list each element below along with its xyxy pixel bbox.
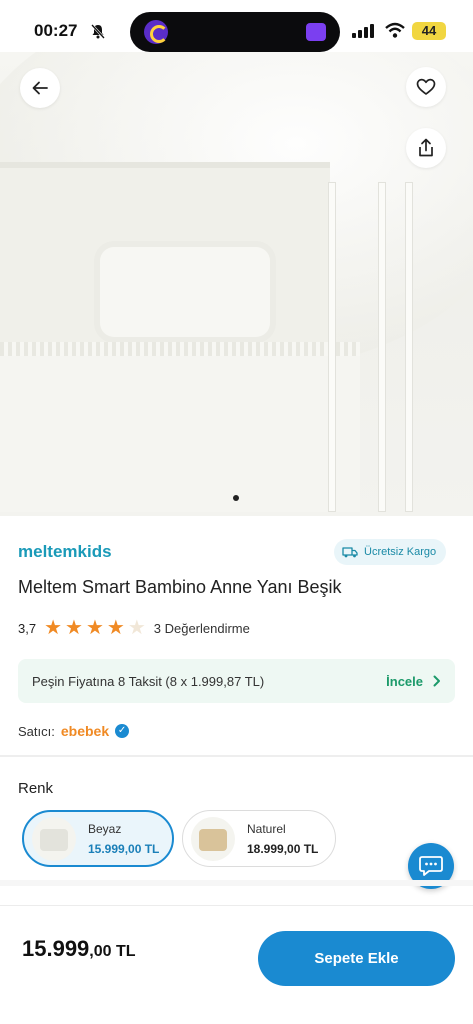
rating-row[interactable]: 3,7 ★ ★ ★ ★ ★ 3 Değerlendirme: [18, 618, 250, 638]
app-icon: [144, 20, 168, 44]
star-icon: ★: [44, 617, 63, 639]
seller-label: Satıcı:: [18, 723, 55, 739]
favorite-button[interactable]: [406, 67, 446, 107]
variant-thumbnail: [191, 816, 235, 861]
price-decimal: ,00 TL: [89, 943, 136, 960]
star-icon: ★: [127, 617, 146, 639]
rating-stars: ★ ★ ★ ★ ★: [44, 618, 146, 638]
bell-off-icon: [91, 24, 105, 39]
chevron-right-icon: [433, 675, 440, 687]
crib-rail: [328, 182, 336, 512]
rating-value: 3,7: [18, 620, 37, 636]
dynamic-island: [130, 12, 340, 52]
variant-thumbnail: [32, 816, 76, 861]
installment-details-link[interactable]: İncele: [386, 674, 441, 689]
installment-text: Peşin Fiyatına 8 Taksit (8 x 1.999,87 TL…: [32, 673, 265, 689]
ruffle-graphic: [0, 342, 360, 356]
star-icon: ★: [85, 617, 104, 639]
section-divider: [0, 880, 473, 886]
battery-indicator: 44: [412, 22, 446, 40]
back-button[interactable]: [20, 68, 60, 108]
variant-name: Naturel: [247, 821, 286, 836]
share-button[interactable]: [406, 128, 446, 168]
pillow-graphic: [100, 247, 270, 337]
truck-icon: [342, 547, 358, 558]
back-arrow-icon: [32, 81, 48, 95]
heart-icon: [416, 78, 436, 95]
wifi-icon: [385, 22, 405, 38]
section-divider: [0, 755, 473, 757]
crib-front-graphic: [0, 342, 360, 512]
variant-option-beyaz[interactable]: Beyaz 15.999,00 TL: [22, 810, 174, 867]
price-integer: 15.999: [22, 936, 90, 961]
signal-icon: [352, 24, 374, 38]
crib-rail: [405, 182, 413, 512]
variant-price: 18.999,00 TL: [247, 841, 319, 856]
brand-link[interactable]: meltemkids: [18, 542, 112, 562]
color-section-label: Renk: [18, 780, 54, 797]
add-to-cart-button[interactable]: Sepete Ekle: [258, 931, 455, 986]
chat-icon: [419, 856, 443, 876]
share-icon: [419, 138, 433, 157]
star-icon: ★: [106, 617, 125, 639]
crib-rail: [378, 182, 386, 512]
star-icon: ★: [65, 617, 83, 639]
free-shipping-label: Ücretsiz Kargo: [364, 546, 437, 558]
footer-price: 15.999,00 TL: [22, 936, 136, 962]
variant-name: Beyaz: [88, 821, 122, 836]
variant-option-naturel[interactable]: Naturel 18.999,00 TL: [182, 810, 336, 867]
variant-price: 15.999,00 TL: [88, 841, 160, 856]
seller-row: Satıcı: ebebek ✓: [18, 723, 130, 739]
gallery-page-indicator: [233, 495, 239, 501]
seller-name-link[interactable]: ebebek: [61, 723, 109, 739]
product-image-gallery[interactable]: [0, 52, 473, 516]
status-time: 00:27: [34, 21, 78, 40]
installment-banner[interactable]: Peşin Fiyatına 8 Taksit (8 x 1.999,87 TL…: [18, 659, 455, 703]
free-shipping-badge: Ücretsiz Kargo: [334, 539, 447, 565]
media-icon: [306, 23, 326, 41]
verified-icon: ✓: [115, 724, 130, 738]
installment-link-label: İncele: [386, 673, 423, 689]
status-bar: 00:27 44: [0, 0, 473, 52]
product-title: Meltem Smart Bambino Anne Yanı Beşik: [18, 577, 342, 597]
review-count-link[interactable]: 3 Değerlendirme: [154, 621, 250, 636]
